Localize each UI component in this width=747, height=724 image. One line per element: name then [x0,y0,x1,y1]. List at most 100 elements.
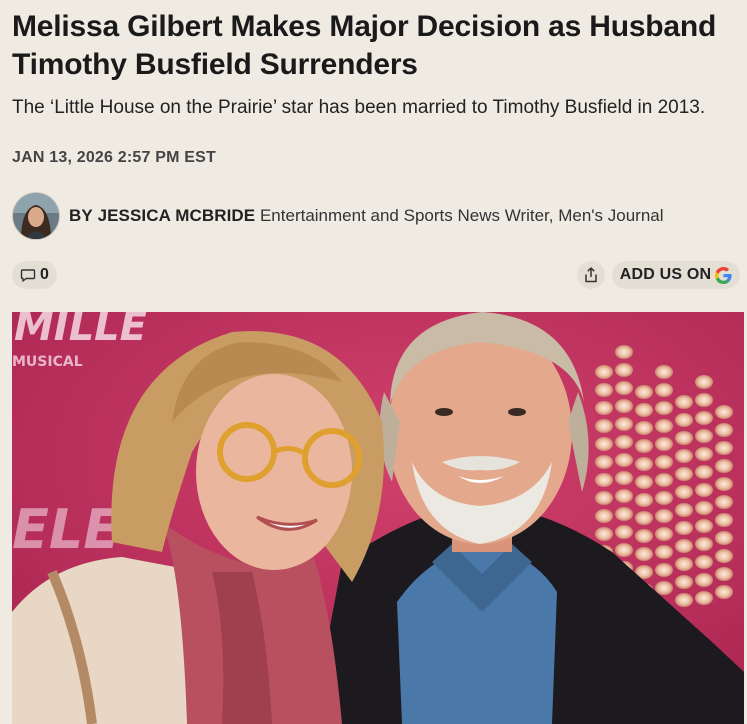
marquee-bulb [715,441,733,455]
marquee-bulb [695,483,713,497]
marquee-bulb [655,545,673,559]
marquee-bulb [595,401,613,415]
marquee-bulb [655,401,673,415]
marquee-bulb [635,421,653,435]
marquee-bulb [595,437,613,451]
share-icon [585,267,597,283]
marquee-bulb [615,381,633,395]
marquee-bulb [695,429,713,443]
hero-photo[interactable]: MILLE MUSICAL ELE [12,312,744,724]
marquee-bulb [595,473,613,487]
marquee-bulb [695,555,713,569]
marquee-bulb [615,399,633,413]
google-g-icon [715,266,732,284]
marquee-bulb [595,419,613,433]
marquee-bulb [655,581,673,595]
marquee-bulb [595,509,613,523]
marquee-bulb [715,405,733,419]
byline-text: BY JESSICA MCBRIDE Entertainment and Spo… [69,206,664,226]
marquee-bulb [635,475,653,489]
byline: BY JESSICA MCBRIDE Entertainment and Spo… [12,192,664,240]
marquee-bulb [715,495,733,509]
marquee-bulb [675,593,693,607]
marquee-bulb [715,513,733,527]
marquee-bulb [715,585,733,599]
marquee-bulb [695,447,713,461]
marquee-bulb [655,509,673,523]
marquee-bulb [635,511,653,525]
marquee-bulb [595,365,613,379]
marquee-bulb [675,449,693,463]
marquee-bulb [715,549,733,563]
marquee-bulb [695,375,713,389]
marquee-bulb [675,467,693,481]
article: Melissa Gilbert Makes Major Decision as … [0,0,747,724]
marquee-bulb [715,459,733,473]
marquee-bulb [615,435,633,449]
marquee-bulb [655,419,673,433]
author-avatar[interactable] [12,192,60,240]
author-name[interactable]: JESSICA MCBRIDE [98,206,256,225]
marquee-bulb [635,547,653,561]
marquee-bulb [675,503,693,517]
marquee-bulb [675,485,693,499]
comment-count: 0 [40,266,49,283]
comment-icon [20,269,36,282]
marquee-bulb [655,437,673,451]
add-us-label: ADD US ON [619,266,712,283]
marquee-bulb [615,543,633,557]
marquee-bulb [655,365,673,379]
marquee-bulb [615,525,633,539]
add-us-on-google-button[interactable]: ADD US ON [612,261,740,289]
marquee-bulb [695,519,713,533]
marquee-bulb [695,393,713,407]
marquee-bulb [635,493,653,507]
marquee-bulb [715,477,733,491]
marquee-bulb [635,385,653,399]
marquee-bulb [695,501,713,515]
marquee-bulb [695,411,713,425]
marquee-bulb [715,423,733,437]
marquee-bulb [655,383,673,397]
dek: The ‘Little House on the Prairie’ star h… [12,97,706,118]
share-button[interactable] [577,261,605,289]
marquee-bulb [675,395,693,409]
marquee-bulb [695,573,713,587]
marquee-bulb [655,563,673,577]
marquee-bulb [675,521,693,535]
marquee-bulb [675,413,693,427]
marquee-bulb [595,383,613,397]
backdrop-text-mille: MILLE [14,312,147,350]
marquee-bulb [675,557,693,571]
author-role: Entertainment and Sports News Writer, Me… [259,206,664,225]
marquee-bulb [615,507,633,521]
comments-button[interactable]: 0 [12,261,57,289]
marquee-bulb [615,471,633,485]
marquee-bulb [615,363,633,377]
marquee-bulb [615,453,633,467]
marquee-bulb [675,539,693,553]
byline-prefix: BY [69,206,93,225]
marquee-bulb [715,531,733,545]
marquee-bulb [615,489,633,503]
marquee-bulb [695,465,713,479]
backdrop-text-musical: MUSICAL [12,354,83,370]
marquee-bulb [655,527,673,541]
publish-date: JAN 13, 2026 2:57 PM EST [12,149,217,166]
backdrop-text-ele: ELE [12,498,120,561]
marquee-bulb [695,591,713,605]
marquee-bulb [675,575,693,589]
marquee-bulb [615,345,633,359]
marquee-bulb [655,455,673,469]
marquee-bulb [595,491,613,505]
marquee-bulb [595,527,613,541]
marquee-bulb [635,403,653,417]
marquee-bulb [675,431,693,445]
marquee-bulb [655,473,673,487]
marquee-bulb [635,439,653,453]
headline: Melissa Gilbert Makes Major Decision as … [12,10,717,81]
marquee-bulb [655,491,673,505]
marquee-bulb [635,457,653,471]
marquee-bulb [635,529,653,543]
marquee-bulb [695,537,713,551]
